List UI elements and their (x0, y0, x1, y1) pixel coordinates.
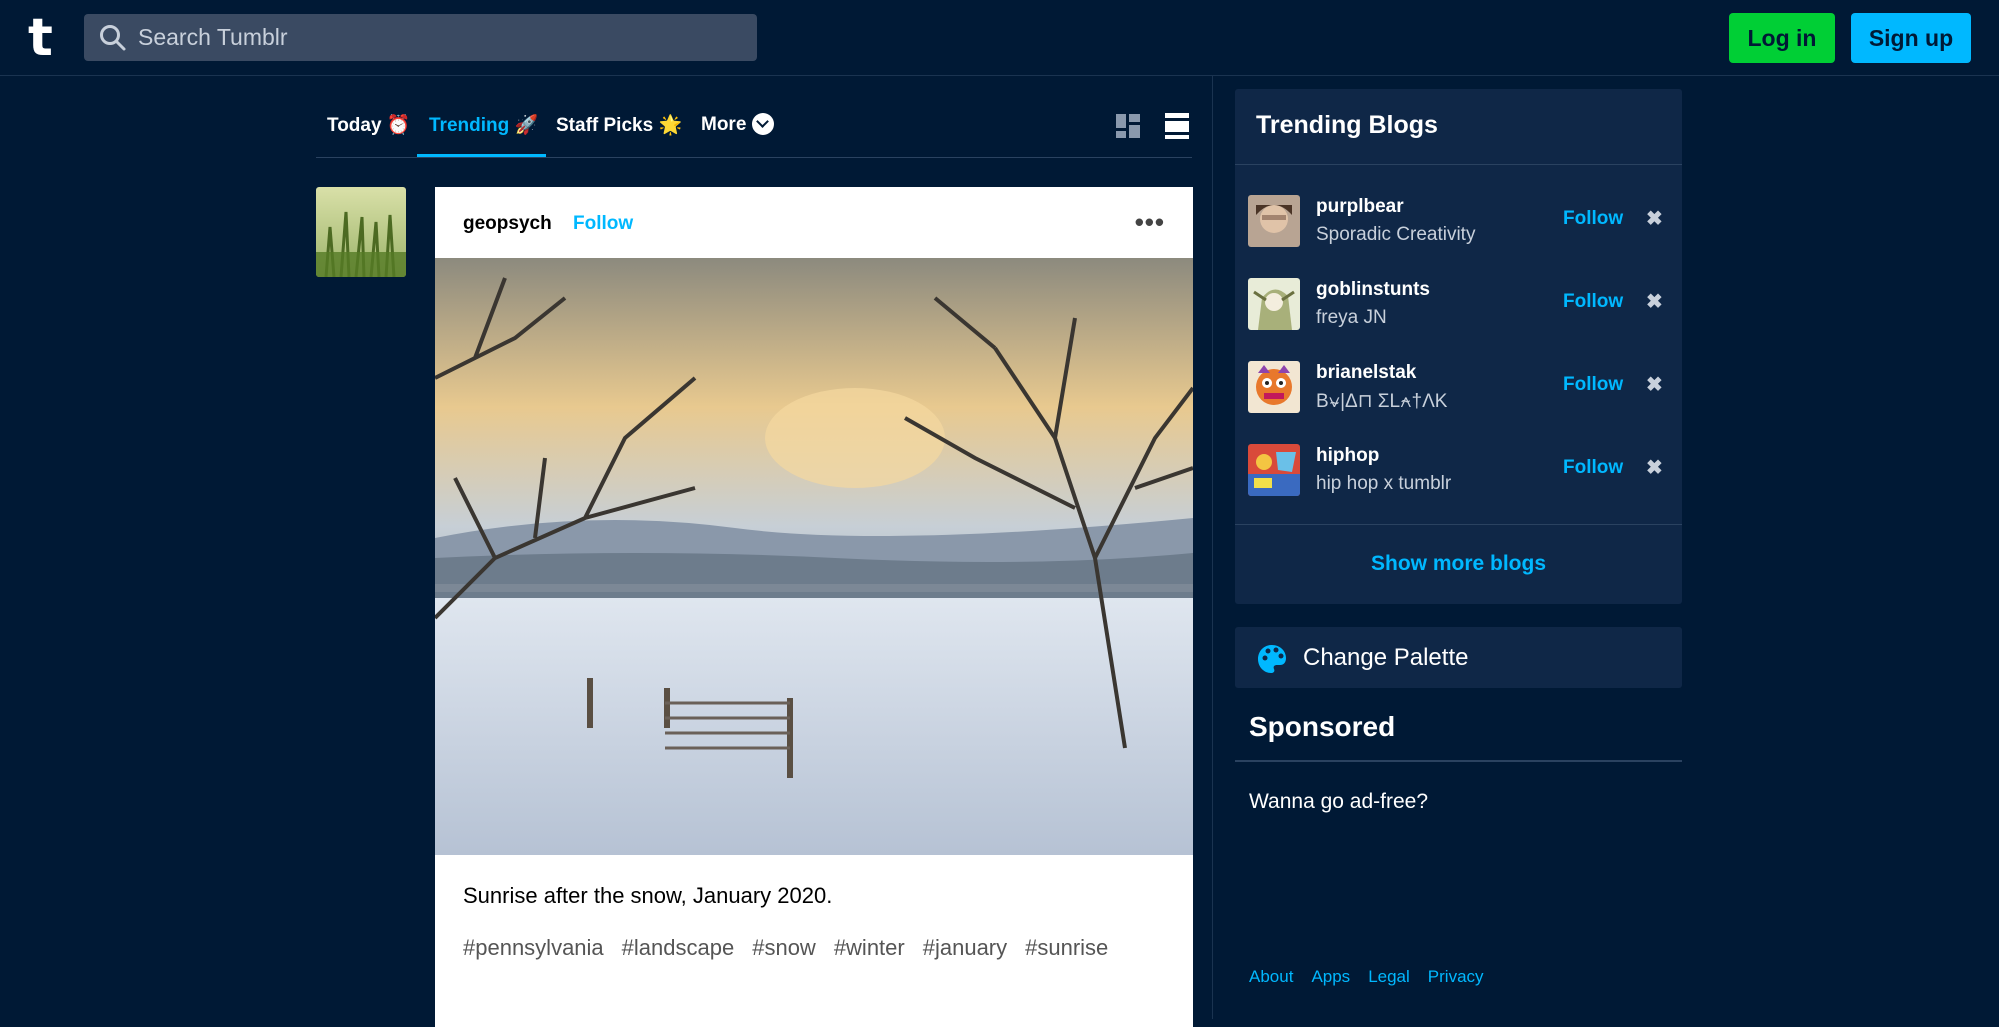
change-palette-button[interactable]: Change Palette (1235, 627, 1682, 688)
tab-staff-picks[interactable]: Staff Picks 🌟 (556, 113, 682, 137)
blog-item[interactable]: purplbear Sporadic Creativity Follow ✖ (1248, 192, 1668, 248)
footer-link-about[interactable]: About (1249, 967, 1293, 986)
footer-links: About Apps Legal Privacy (1249, 967, 1502, 987)
rocket-icon: 🚀 (514, 115, 539, 136)
blog-avatar[interactable] (1248, 361, 1300, 413)
blog-avatar[interactable] (1248, 278, 1300, 330)
tag-link[interactable]: #january (923, 935, 1007, 960)
masonry-view-icon[interactable] (1115, 112, 1141, 140)
blog-name[interactable]: hiphop (1316, 445, 1379, 467)
post-header: geopsych Follow (463, 213, 633, 235)
signup-button[interactable]: Sign up (1851, 13, 1971, 63)
blog-name[interactable]: goblinstunts (1316, 279, 1430, 301)
blog-title: freya JN (1316, 307, 1387, 328)
login-button[interactable]: Log in (1729, 13, 1835, 63)
sponsored-heading: Sponsored (1249, 711, 1396, 742)
blog-title: hip hop x tumblr (1316, 473, 1452, 494)
follow-button[interactable]: Follow (1563, 374, 1623, 396)
post-follow-link[interactable]: Follow (573, 213, 633, 234)
blog-title: B⍱|Δ⊓ ΣL⍲†ΛK (1316, 391, 1448, 412)
search-bar[interactable] (84, 14, 757, 61)
follow-button[interactable]: Follow (1563, 208, 1623, 230)
palette-icon (1258, 645, 1286, 673)
tab-trending[interactable]: Trending 🚀 (429, 113, 538, 137)
ad-free-link[interactable]: Wanna go ad-free? (1249, 790, 1428, 814)
blog-item[interactable]: hiphop hip hop x tumblr Follow ✖ (1248, 441, 1668, 497)
change-palette-label: Change Palette (1303, 644, 1469, 671)
tag-link[interactable]: #landscape (622, 935, 735, 960)
search-icon (100, 24, 126, 50)
post-tags: #pennsylvania #landscape #snow #winter #janu… (463, 935, 1126, 961)
tag-link[interactable]: #pennsylvania (463, 935, 604, 960)
post-caption: Sunrise after the snow, January 2020. (463, 883, 833, 908)
divider (1235, 524, 1682, 525)
post-card: geopsych Follow ••• Sunrise after the sn… (435, 187, 1193, 1027)
post-photo[interactable] (435, 258, 1193, 855)
close-icon[interactable]: ✖ (1646, 289, 1663, 314)
column-divider (1212, 76, 1213, 1019)
star-icon: 🌟 (658, 115, 683, 136)
footer-link-legal[interactable]: Legal (1368, 967, 1410, 986)
trending-blogs-title: Trending Blogs (1256, 111, 1438, 139)
more-dots-icon[interactable]: ••• (1135, 209, 1165, 235)
tumblr-logo[interactable]: t (28, 10, 53, 66)
tag-link[interactable]: #sunrise (1025, 935, 1108, 960)
divider (1235, 164, 1682, 165)
alarm-clock-icon: ⏰ (386, 115, 411, 136)
explore-tabs: Today ⏰ Trending 🚀 Staff Picks 🌟 More (316, 76, 1192, 158)
footer-link-privacy[interactable]: Privacy (1428, 967, 1484, 986)
tab-more[interactable]: More (701, 113, 775, 136)
tag-link[interactable]: #winter (834, 935, 905, 960)
show-more-blogs-link[interactable]: Show more blogs (1235, 552, 1682, 576)
blog-name[interactable]: brianelstak (1316, 362, 1416, 384)
post-username[interactable]: geopsych (463, 213, 552, 234)
blog-avatar[interactable] (1248, 195, 1300, 247)
chevron-down-icon (752, 113, 775, 135)
post-author-avatar[interactable] (316, 187, 406, 277)
tab-today[interactable]: Today ⏰ (327, 113, 411, 137)
footer-link-apps[interactable]: Apps (1311, 967, 1350, 986)
divider (1235, 760, 1682, 762)
follow-button[interactable]: Follow (1563, 457, 1623, 479)
follow-button[interactable]: Follow (1563, 291, 1623, 313)
search-input[interactable] (136, 23, 740, 52)
blog-avatar[interactable] (1248, 444, 1300, 496)
tag-link[interactable]: #snow (752, 935, 816, 960)
blog-title: Sporadic Creativity (1316, 224, 1476, 245)
close-icon[interactable]: ✖ (1646, 455, 1663, 480)
close-icon[interactable]: ✖ (1646, 206, 1663, 231)
close-icon[interactable]: ✖ (1646, 372, 1663, 397)
blog-name[interactable]: purplbear (1316, 196, 1404, 218)
blog-item[interactable]: brianelstak B⍱|Δ⊓ ΣL⍲†ΛK Follow ✖ (1248, 358, 1668, 414)
blog-item[interactable]: goblinstunts freya JN Follow ✖ (1248, 275, 1668, 331)
active-tab-indicator (417, 154, 546, 157)
trending-blogs-card: Trending Blogs purplbear Sporadic Creati… (1235, 89, 1682, 604)
list-view-icon[interactable] (1164, 112, 1190, 140)
top-header: t Log in Sign up (0, 0, 1999, 76)
